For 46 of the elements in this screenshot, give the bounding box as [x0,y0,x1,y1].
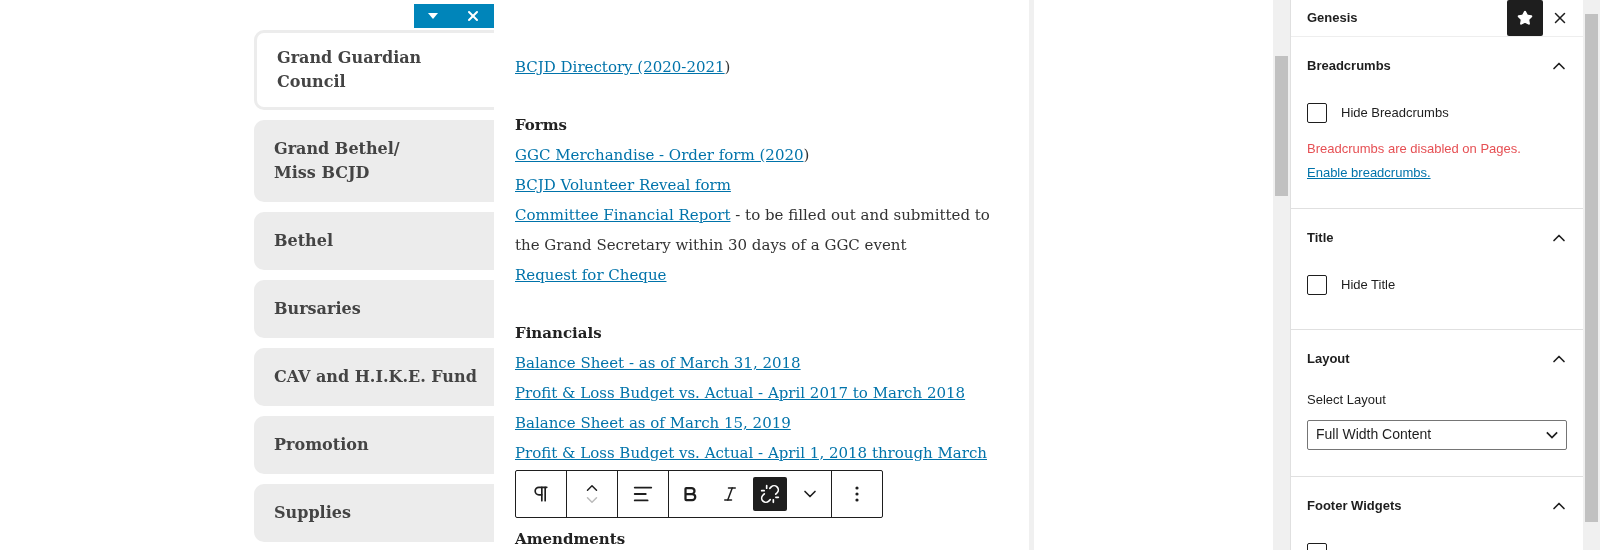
panel-header[interactable]: Title [1291,209,1583,267]
italic-icon [721,485,739,503]
accordion-tab[interactable]: Supplies [254,484,494,542]
document-link[interactable]: Committee Financial Report [515,206,731,224]
more-icon [855,486,859,502]
accordion-tab[interactable]: Grand Guardian Council [254,30,494,110]
paragraph-icon [531,484,551,504]
layout-select[interactable]: Full Width Content [1307,419,1567,450]
content-line: Committee Financial Report - to be filled out and submitted to the Grand Secretary within 30 days of a GGC event [515,205,991,256]
caret-down-icon[interactable] [427,13,438,19]
document-link[interactable]: GGC Merchandise - Order form (2020 [515,146,804,164]
bold-icon [681,485,699,503]
accordion-tab[interactable]: Promotion [254,416,494,474]
checkbox[interactable] [1307,275,1327,295]
checkbox-label: Hide Title [1341,276,1396,295]
document-link[interactable]: BCJD Directory (2020-2021 [515,58,725,76]
unlink-icon [760,484,780,504]
panel-header[interactable]: Breadcrumbs [1291,37,1583,95]
page-scrollbar[interactable] [1583,0,1600,550]
document-link[interactable]: Request for Cheque [515,266,667,284]
accordion-tab[interactable]: Bethel [254,212,494,270]
document-link[interactable]: Profit & Loss Budget vs. Actual - April 2017 to March 2018 [515,384,966,402]
sidebar-title: Genesis [1307,9,1358,28]
document-link[interactable]: Profit & Loss Budget vs. Actual - April 1, 2018 through March [515,444,987,462]
section-heading: Forms [515,115,569,136]
section-heading: Financials [515,323,603,344]
document-link[interactable]: Balance Sheet as of March 15, 2019 [515,414,791,432]
notice-text: Breadcrumbs are disabled on Pages. [1307,140,1522,158]
section-heading: Amendments [515,529,627,550]
enable-breadcrumbs-link[interactable]: Enable breadcrumbs. [1307,162,1431,182]
content-line: GGC Merchandise - Order form (2020) [515,145,811,166]
checkbox-label: Hide Breadcrumbs [1341,104,1449,123]
content-line: BCJD Directory (2020-2021) [515,57,732,78]
checkbox[interactable] [1307,103,1327,123]
accordion-tab[interactable]: Grand Bethel/ Miss BCJD [254,120,494,202]
panel-header[interactable]: Footer Widgets [1291,476,1583,535]
document-link[interactable]: BCJD Volunteer Reveal form [515,176,731,194]
accordion-tab[interactable]: Bursaries [254,280,494,338]
chevron-down-icon [1546,430,1558,439]
editor-scrollbar[interactable] [1273,0,1290,550]
document-link[interactable]: Balance Sheet - as of March 31, 2018 [515,354,801,372]
pin-button[interactable] [1507,0,1543,36]
panel-header[interactable]: Layout [1291,330,1583,388]
accordion-tab[interactable]: CAV and H.I.K.E. Fund [254,348,494,406]
star-icon [1517,10,1533,26]
select-label: Select Layout [1307,391,1387,409]
